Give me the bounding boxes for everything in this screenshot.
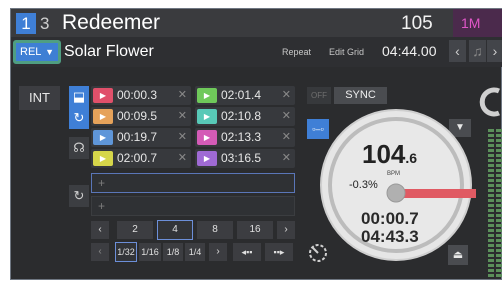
pitch-gauge-icon[interactable] — [307, 242, 329, 264]
hotcue-5[interactable]: ▶ 00:19.7 ✕ — [91, 128, 191, 147]
close-icon[interactable]: ✕ — [282, 88, 291, 103]
beatjump-back-icon[interactable]: ◂▪▪ — [233, 243, 261, 261]
bpm-unit-label: BPM — [387, 171, 401, 177]
beat-size-16[interactable]: 16 — [237, 221, 273, 239]
deck-secondary-number[interactable]: 3 — [40, 13, 49, 34]
hotcue-8[interactable]: ▶ 03:16.5 ✕ — [195, 149, 295, 168]
saved-loop-slot[interactable]: + — [91, 173, 295, 193]
key-badge: 1M — [453, 9, 502, 37]
bpm-integer: 104 — [362, 139, 406, 169]
next-track-icon[interactable]: › — [487, 40, 502, 62]
time-mode-dropdown[interactable]: REL ▼ — [13, 40, 61, 64]
deck-panel: 1 3 Redeemer 105 1M REL ▼ Solar Flower R… — [10, 8, 502, 280]
hotcue-mode-icon[interactable]: ⬓ — [69, 86, 89, 108]
hotcue-7[interactable]: ▶ 02:00.7 ✕ — [91, 149, 191, 168]
hotcue-3[interactable]: ▶ 00:09.5 ✕ — [91, 107, 191, 126]
hotcue-time: 02:01.4 — [221, 88, 262, 102]
pitch-indicator-bar — [396, 189, 476, 198]
close-icon[interactable]: ✕ — [178, 109, 187, 124]
close-icon[interactable]: ✕ — [178, 88, 187, 103]
internal-mode-button[interactable]: INT — [19, 86, 60, 110]
hotcue-1[interactable]: ▶ 00:00.3 ✕ — [91, 86, 191, 105]
hotcue-4[interactable]: ▶ 02:10.8 ✕ — [195, 107, 295, 126]
hotcue-time: 00:19.7 — [117, 130, 158, 144]
hotcue-time: 02:13.3 — [221, 130, 262, 144]
time-mode-label: REL — [20, 46, 42, 58]
fraction-1-32[interactable]: 1/32 — [115, 242, 137, 262]
remaining-time: 04:43.3 — [361, 227, 419, 246]
chevron-down-icon: ▼ — [45, 47, 54, 57]
hotcue-time: 02:00.7 — [117, 151, 158, 165]
deck-header: 1 3 Redeemer 105 1M — [11, 9, 502, 37]
platter-center-knob — [386, 183, 406, 203]
hotcue-time: 02:10.8 — [221, 109, 262, 123]
play-icon[interactable]: ▶ — [93, 151, 113, 166]
play-icon[interactable]: ▶ — [197, 151, 217, 166]
chevron-left-icon[interactable]: ‹ — [91, 221, 109, 239]
play-icon[interactable]: ▶ — [93, 88, 113, 103]
header-bpm: 105 — [401, 13, 433, 34]
edit-grid-button[interactable]: Edit Grid — [329, 46, 364, 58]
bpm-decimal: .6 — [405, 150, 418, 166]
deck-track-title: Redeemer — [62, 11, 161, 34]
beat-size-2[interactable]: 2 — [117, 221, 153, 239]
fraction-1-4[interactable]: 1/4 — [185, 243, 205, 261]
headphone-icon[interactable]: ☊ — [69, 137, 89, 159]
hotcue-time: 00:09.5 — [117, 109, 158, 123]
elapsed-time: 00:00.7 — [361, 209, 419, 228]
hotcue-6[interactable]: ▶ 02:13.3 ✕ — [195, 128, 295, 147]
hotcue-2[interactable]: ▶ 02:01.4 ✕ — [195, 86, 295, 105]
play-icon[interactable]: ▶ — [197, 88, 217, 103]
eject-icon[interactable]: ⏏ — [448, 245, 468, 265]
keylock-off-button[interactable]: OFF — [307, 87, 331, 104]
close-icon[interactable]: ✕ — [282, 151, 291, 166]
beat-size-8[interactable]: 8 — [197, 221, 233, 239]
hotcue-time: 00:00.3 — [117, 88, 158, 102]
play-icon[interactable]: ▶ — [197, 130, 217, 145]
hotcue-time: 03:16.5 — [221, 151, 262, 165]
beatjump-forward-icon[interactable]: ▪▪▸ — [265, 243, 293, 261]
music-note-icon[interactable]: ♫ — [469, 40, 486, 62]
level-meter — [488, 129, 502, 277]
fraction-1-8[interactable]: 1/8 — [163, 243, 183, 261]
play-icon[interactable]: ▶ — [93, 109, 113, 124]
chevron-right-icon[interactable]: › — [277, 221, 295, 239]
close-icon[interactable]: ✕ — [282, 109, 291, 124]
play-icon[interactable]: ▶ — [197, 109, 217, 124]
chevron-right-icon[interactable]: › — [209, 243, 227, 261]
deck-number-badge[interactable]: 1 — [16, 13, 36, 34]
close-icon[interactable]: ✕ — [178, 130, 187, 145]
close-icon[interactable]: ✕ — [178, 151, 187, 166]
pitch-percent: -0.3% — [349, 179, 378, 191]
platter-bpm: 104.6 — [362, 139, 417, 173]
loop-mode-icon[interactable]: ↻ — [69, 107, 89, 129]
chevron-left-icon[interactable]: ‹ — [91, 243, 109, 261]
track-artist: Solar Flower — [64, 43, 154, 60]
repeat-button[interactable]: Repeat — [282, 46, 311, 58]
sync-loop-icon[interactable]: ↻ — [69, 185, 89, 207]
fraction-1-16[interactable]: 1/16 — [139, 243, 161, 261]
saved-loop-slot[interactable]: + — [91, 196, 295, 216]
track-time: 04:44.00 — [382, 43, 437, 59]
prev-track-icon[interactable]: ‹ — [449, 40, 466, 62]
gain-knob-icon[interactable] — [477, 87, 502, 117]
beat-size-4[interactable]: 4 — [157, 220, 193, 240]
sync-button[interactable]: SYNC — [334, 87, 387, 104]
close-icon[interactable]: ✕ — [282, 130, 291, 145]
play-icon[interactable]: ▶ — [93, 130, 113, 145]
